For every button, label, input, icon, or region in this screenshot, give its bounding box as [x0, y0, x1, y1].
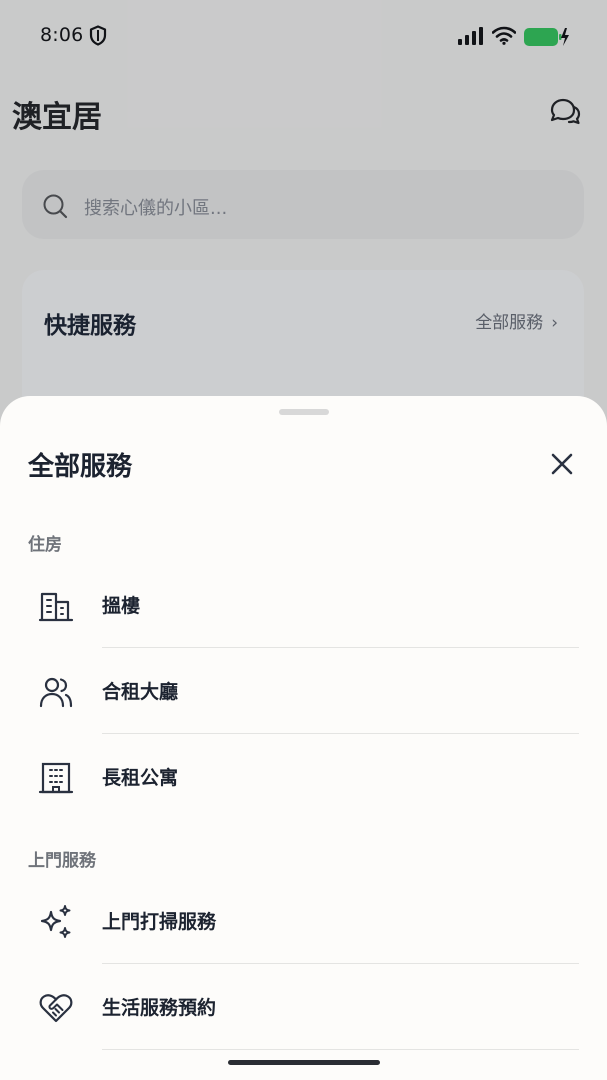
service-label: 生活服務預約 — [102, 997, 217, 1019]
apartment-icon — [38, 762, 74, 794]
all-services-sheet: 全部服務 住房 搵樓 合租大廳 長租公寓 上門服務 上門打掃服務 生活服務預約 — [0, 396, 607, 1080]
divider — [102, 1049, 579, 1050]
service-row-life-service-booking[interactable]: 生活服務預約 — [0, 964, 607, 1050]
service-label: 上門打掃服務 — [102, 911, 217, 933]
service-label: 搵樓 — [102, 595, 141, 617]
users-icon — [39, 677, 73, 708]
sheet-grabber[interactable] — [279, 409, 329, 415]
close-icon[interactable] — [546, 448, 578, 480]
service-row-long-term-apartment[interactable]: 長租公寓 — [0, 734, 607, 820]
building-icon — [38, 592, 74, 622]
sparkles-icon — [40, 905, 71, 938]
home-indicator — [228, 1060, 380, 1065]
sheet-title: 全部服務 — [28, 452, 133, 482]
service-row-find-home[interactable]: 搵樓 — [0, 562, 607, 648]
service-row-home-cleaning[interactable]: 上門打掃服務 — [0, 878, 607, 964]
service-row-shared-hall[interactable]: 合租大廳 — [0, 648, 607, 734]
service-label: 長租公寓 — [102, 767, 179, 789]
heart-handshake-icon — [39, 994, 73, 1023]
section-label-home-services: 上門服務 — [28, 851, 96, 871]
section-label-housing: 住房 — [28, 535, 62, 555]
service-label: 合租大廳 — [102, 681, 179, 703]
